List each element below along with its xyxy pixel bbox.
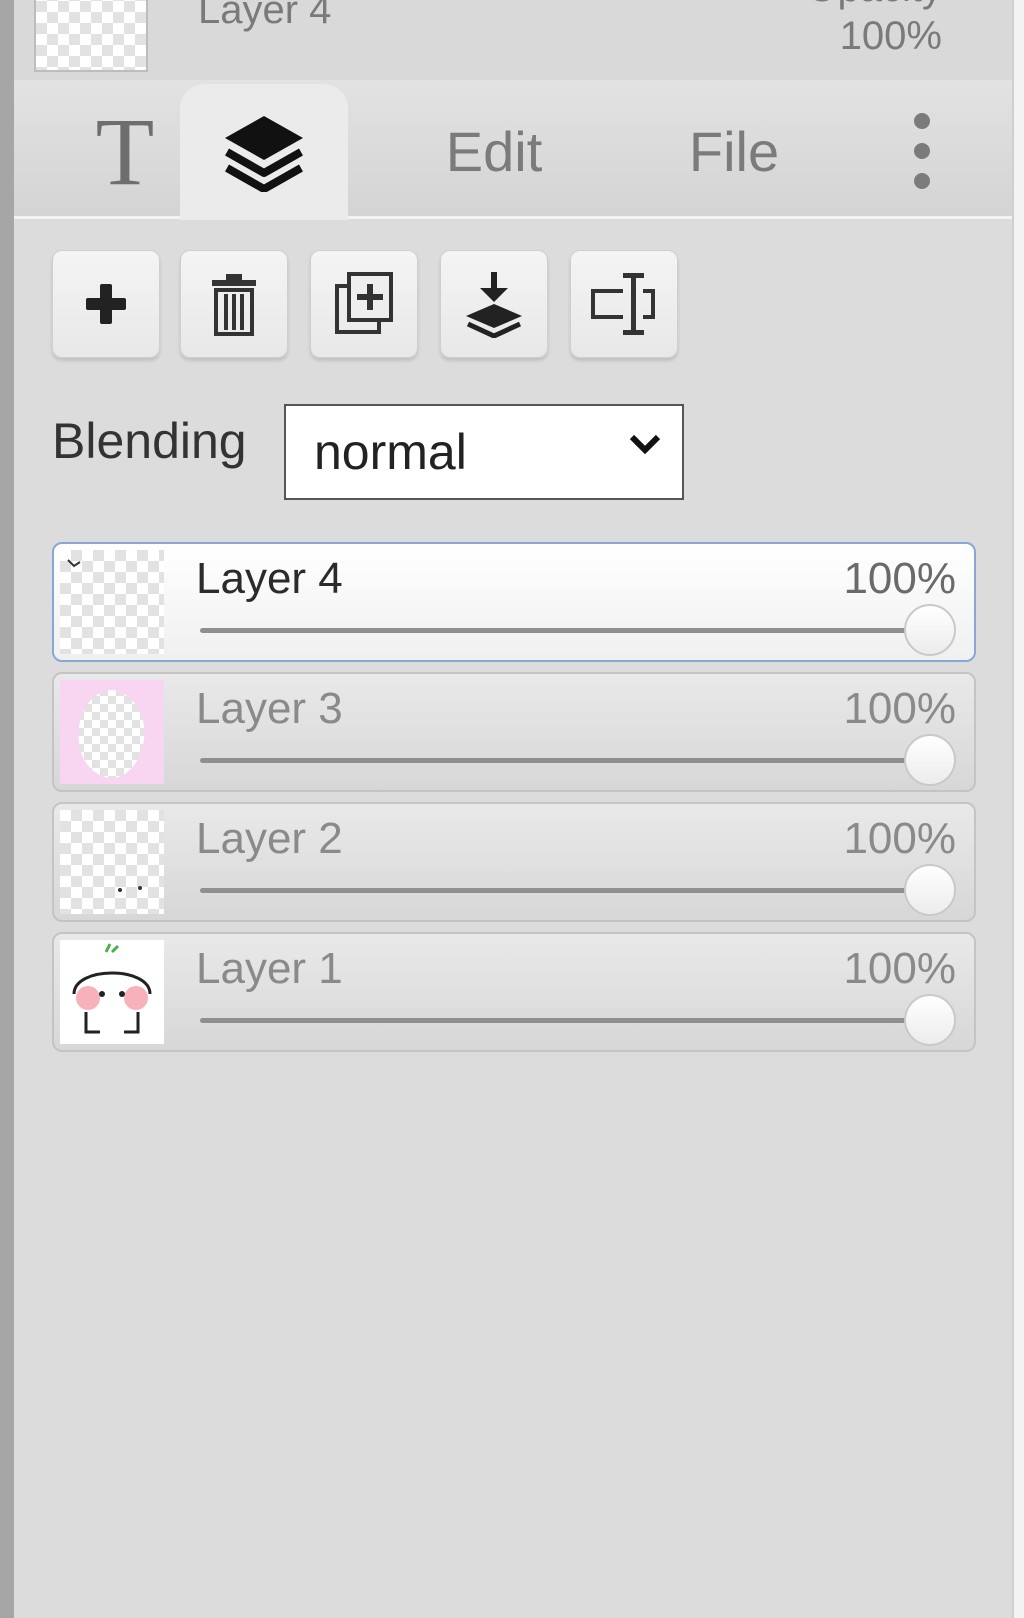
blending-label: Blending (52, 413, 247, 469)
blob-shape-icon (78, 690, 145, 778)
text-icon: T (95, 97, 155, 205)
opacity-slider-handle[interactable] (904, 864, 956, 916)
tab-text[interactable]: T (50, 86, 200, 216)
chevron-down-icon (629, 434, 661, 455)
tab-edit[interactable]: Edit (394, 86, 594, 216)
merge-down-icon (466, 272, 522, 338)
layers-icon (225, 116, 303, 192)
panel-tabbar: T Edit File (14, 80, 1012, 220)
panel-left-edge (0, 0, 14, 1618)
layer-thumbnail (60, 810, 164, 914)
add-layer-button[interactable] (52, 250, 160, 358)
blending-select[interactable]: normal (284, 404, 684, 500)
layer-name: Layer 2 (196, 814, 343, 863)
tab-file[interactable]: File (634, 86, 834, 216)
opacity-slider-track[interactable] (200, 1018, 930, 1023)
stroke-mark-icon (67, 559, 81, 568)
layer-thumbnail (60, 940, 164, 1044)
opacity-slider-handle[interactable] (904, 734, 956, 786)
tab-layers[interactable] (180, 84, 348, 220)
opacity-slider-track[interactable] (200, 888, 930, 893)
more-vertical-icon (914, 113, 930, 189)
dots-mark-icon (118, 886, 142, 892)
layer-info-row: Layer 4 Opacity 100% (14, 0, 1012, 80)
layer-row-1[interactable]: Layer 1 100% (52, 932, 976, 1052)
layer-row-3[interactable]: Layer 3 100% (52, 672, 976, 792)
plus-icon (86, 284, 126, 324)
blending-value: normal (314, 424, 467, 480)
layer-opacity: 100% (843, 814, 956, 863)
layer-row-4[interactable]: Layer 4 100% (52, 542, 976, 662)
layer-row-2[interactable]: Layer 2 100% (52, 802, 976, 922)
rename-layer-button[interactable] (570, 250, 678, 358)
layer-thumbnail (60, 550, 164, 654)
trash-icon (212, 274, 256, 336)
rename-icon (591, 273, 655, 335)
opacity-value: 100% (839, 14, 942, 58)
opacity-slider-track[interactable] (200, 628, 930, 633)
layer-name: Layer 3 (196, 684, 343, 733)
layer-name: Layer 1 (196, 944, 343, 993)
layer-opacity: 100% (843, 944, 956, 993)
duplicate-layer-button[interactable] (310, 250, 418, 358)
panel-right-edge (1012, 0, 1024, 1618)
layer-thumbnail (34, 0, 148, 72)
opacity-slider-handle[interactable] (904, 604, 956, 656)
current-layer-name: Layer 4 (198, 0, 332, 32)
tab-more[interactable] (882, 86, 962, 216)
layer-name: Layer 4 (196, 554, 343, 603)
duplicate-icon (335, 272, 393, 334)
layer-thumbnail (60, 680, 164, 784)
opacity-label: Opacity (806, 0, 942, 11)
character-drawing-icon (72, 943, 152, 1034)
delete-layer-button[interactable] (180, 250, 288, 358)
opacity-slider-handle[interactable] (904, 994, 956, 1046)
merge-down-button[interactable] (440, 250, 548, 358)
layer-opacity: 100% (843, 684, 956, 733)
layer-opacity: 100% (843, 554, 956, 603)
opacity-slider-track[interactable] (200, 758, 930, 763)
